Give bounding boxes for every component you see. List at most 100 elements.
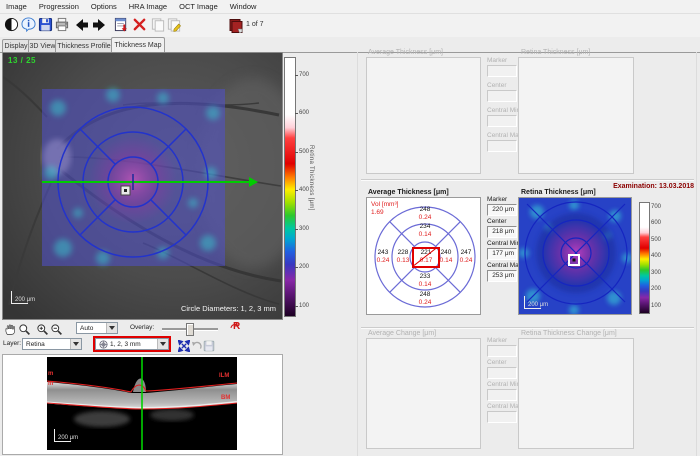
etdrs-average-thickness-chart: Vol [mm³] 1.69 2480.24 2340.14 2430.24 2… [366, 197, 481, 315]
menu-progression[interactable]: Progression [33, 2, 85, 11]
tickmark [295, 113, 298, 114]
change-marker-field [487, 345, 517, 357]
tab-thickness-profile[interactable]: Thickness Profile [55, 39, 113, 52]
tickmark [295, 190, 298, 191]
central-min-label: Central Min [487, 240, 520, 247]
change-central-max-field [487, 411, 517, 423]
marker-label: Marker [487, 196, 507, 203]
layer-combobox[interactable]: Retina [22, 338, 82, 350]
colorbar-tick-700: 700 [299, 72, 309, 78]
examination-date-label: Examination: 13.03.2018 [613, 183, 694, 190]
retina-thickness-heatmap: 200 μm [518, 197, 632, 315]
report-icon[interactable] [113, 16, 129, 33]
marker-value-field: 220 μm [487, 204, 517, 216]
layer-value: Retina [26, 341, 45, 348]
etdrs-inner-left-cell: 2280.13 [392, 249, 414, 264]
view-controls-row: Auto Overlay: R [0, 321, 350, 336]
colorbar-tick-300: 300 [299, 226, 309, 232]
top-central-max-field [487, 140, 517, 152]
toolbar: 1 of 7 [0, 14, 700, 37]
grid-selection-highlight: 1, 2, 3 mm [93, 336, 171, 352]
info-icon[interactable] [20, 16, 36, 33]
delete-icon[interactable] [131, 16, 147, 33]
bscan-panel[interactable]: m m ILM BM 200 μm [2, 354, 283, 455]
fundus-scalebar-label: 200 μm [15, 297, 35, 303]
top-avg-thickness-box [366, 57, 481, 174]
central-max-value-field: 253 μm [487, 270, 517, 282]
save-layer-icon[interactable] [201, 337, 217, 354]
etdrs-inner-bottom-cell: 2330.14 [414, 273, 436, 288]
fundus-viewport[interactable]: 13 / 25 Circle Diameters: 1, 2, 3 mm 200… [2, 52, 283, 320]
overlay-label: Overlay: [130, 324, 154, 331]
central-min-value-field: 177 μm [487, 248, 517, 260]
print-icon[interactable] [54, 16, 70, 33]
ilm-label: ILM [219, 373, 229, 379]
colorbar-tick-100: 100 [299, 303, 309, 309]
next-arrow-icon[interactable] [91, 16, 107, 33]
heatmap-scalebar-label: 200 μm [528, 302, 548, 308]
retina-thickness-map-title: Retina Thickness [μm] [521, 189, 596, 196]
tab-display[interactable]: Display [2, 39, 30, 52]
change-center-field [487, 367, 517, 379]
avg-change-box [366, 338, 481, 449]
thickness-colorbar [284, 57, 296, 317]
etdrs-outer-left-cell: 2430.24 [372, 249, 394, 264]
change-central-min-label: Central Min [487, 381, 520, 388]
bm-label: BM [221, 395, 230, 401]
menu-bar: Image Progression Options HRA Image OCT … [0, 0, 700, 14]
section-divider [361, 179, 694, 181]
tickmark [295, 306, 298, 307]
heatmap-tick-300: 300 [651, 270, 661, 276]
bscan-image[interactable]: m m ILM BM 200 μm [47, 357, 237, 450]
exam-stack-icon[interactable] [228, 16, 244, 33]
copy-icon[interactable] [150, 16, 166, 33]
etdrs-inner-right-cell: 2400.14 [435, 249, 457, 264]
tab-3d-view[interactable]: 3D View [28, 39, 57, 52]
grid-combobox[interactable]: 1, 2, 3 mm [95, 338, 169, 350]
top-center-field [487, 90, 517, 102]
copy-edit-icon[interactable] [166, 16, 182, 33]
retina-change-box [518, 338, 634, 449]
save-icon[interactable] [37, 16, 53, 33]
center-value-field: 218 μm [487, 226, 517, 238]
top-central-min-field [487, 115, 517, 127]
layer-label: Layer: [3, 340, 21, 347]
heatmap-tick-700: 700 [651, 204, 661, 210]
change-marker-label: Marker [487, 337, 507, 344]
zoom-preset-combobox[interactable]: Auto [76, 322, 118, 334]
contrast-icon[interactable] [3, 16, 19, 33]
etdrs-inner-top-cell: 2340.14 [414, 223, 436, 238]
heatmap-tick-600: 600 [651, 220, 661, 226]
dropdown-arrow-icon[interactable] [70, 339, 81, 349]
reset-arrow-icon [230, 322, 238, 330]
right-edge-divider [696, 52, 697, 456]
heatmap-tick-100: 100 [651, 303, 661, 309]
volume-value: 1.69 [371, 209, 384, 216]
dropdown-arrow-icon[interactable] [106, 323, 117, 333]
tickmark [295, 152, 298, 153]
colorbar-tick-600: 600 [299, 110, 309, 116]
top-retina-thickness-box [518, 57, 634, 174]
bm-left-partial-label: m [48, 381, 53, 387]
zoom-preset-value: Auto [80, 325, 93, 332]
retina-change-title: Retina Thickness Change [μm] [521, 330, 617, 337]
frame-counter: 13 / 25 [8, 56, 36, 65]
overlay-slider-thumb[interactable] [186, 323, 194, 336]
colorbar-axis-label: Retina Thickness [μm] [308, 145, 314, 211]
menu-window[interactable]: Window [224, 2, 263, 11]
dropdown-arrow-icon[interactable] [157, 339, 168, 349]
top-center-label: Center [487, 82, 507, 89]
central-max-label: Central Max [487, 262, 522, 269]
colorbar-tick-200: 200 [299, 264, 309, 270]
oct-application-window: Image Progression Options HRA Image OCT … [0, 0, 700, 456]
menu-options[interactable]: Options [85, 2, 123, 11]
tab-thickness-map[interactable]: Thickness Map [111, 37, 165, 52]
menu-oct-image[interactable]: OCT Image [173, 2, 224, 11]
menu-image[interactable]: Image [0, 2, 33, 11]
ilm-left-partial-label: m [48, 371, 53, 377]
top-avg-thickness-title: Average Thickness [μm] [368, 49, 443, 56]
change-central-min-field [487, 389, 517, 401]
etdrs-outer-top-cell: 2480.24 [414, 206, 436, 221]
previous-arrow-icon[interactable] [74, 16, 90, 33]
menu-hra-image[interactable]: HRA Image [123, 2, 173, 11]
